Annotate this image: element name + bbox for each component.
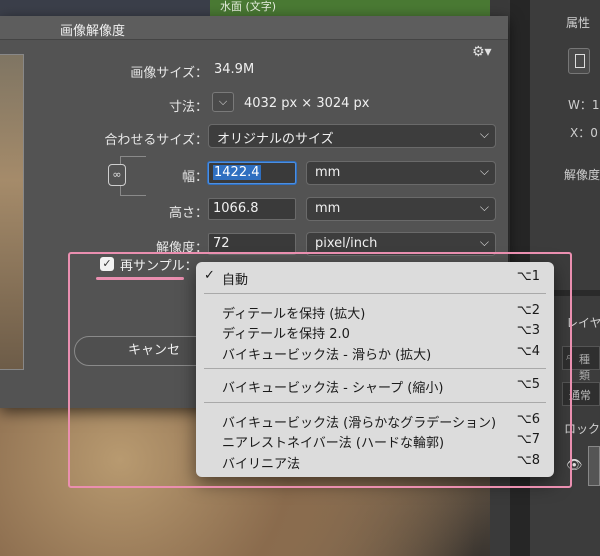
height-label: 高さ： xyxy=(168,206,208,221)
chevron-down-icon: ⌵ xyxy=(479,235,489,249)
dimensions-label: 寸法： xyxy=(168,100,208,115)
width-label: 幅： xyxy=(181,170,208,185)
chevron-down-icon: ⌵ xyxy=(479,164,489,178)
fit-to-value: オリジナルのサイズ xyxy=(217,132,334,147)
w-label: W：1 xyxy=(568,98,600,112)
document-icon[interactable] xyxy=(568,48,590,74)
search-placeholder: 種類 xyxy=(579,353,590,382)
chevron-down-icon: ⌵ xyxy=(479,200,489,214)
highlight-frame xyxy=(68,252,572,488)
properties-panel xyxy=(530,0,600,290)
height-unit-dropdown[interactable]: mm ⌵ xyxy=(306,197,496,221)
image-size-value: 34.9M xyxy=(214,62,255,77)
text-layer-tab[interactable]: 水面 (文字) xyxy=(210,0,490,16)
image-preview[interactable] xyxy=(0,54,24,370)
width-unit-dropdown[interactable]: mm ⌵ xyxy=(306,161,496,185)
dialog-title: 画像解像度 xyxy=(60,24,126,39)
chain-link-icon[interactable]: ∞ xyxy=(108,164,126,186)
dialog-titlebar[interactable]: 画像解像度 xyxy=(0,16,508,40)
width-input[interactable]: 1422.4 xyxy=(208,162,296,184)
height-unit-value: mm xyxy=(315,201,341,216)
chevron-down-icon: ⌵ xyxy=(479,127,489,141)
height-value: 1066.8 xyxy=(213,201,259,216)
properties-title: 属性 xyxy=(566,16,591,30)
resolution-value: 72 xyxy=(213,236,230,251)
fit-to-dropdown[interactable]: オリジナルのサイズ ⌵ xyxy=(208,124,496,148)
layer-thumbnail[interactable] xyxy=(588,446,600,486)
blend-mode-value: 通常 xyxy=(569,389,591,402)
x-label: X：0 xyxy=(570,126,598,140)
width-unit-value: mm xyxy=(315,165,341,180)
dimensions-value: 4032 px × 3024 px xyxy=(244,96,370,111)
gear-icon[interactable]: ⚙▾ xyxy=(472,44,492,60)
height-input[interactable]: 1066.8 xyxy=(208,198,296,220)
resolution-short-label: 解像度 xyxy=(564,168,600,182)
resolution-unit-value: pixel/inch xyxy=(315,236,378,251)
dimensions-unit-button[interactable]: ⌵ xyxy=(212,92,234,112)
image-size-label: 画像サイズ： xyxy=(130,66,208,81)
width-value: 1422.4 xyxy=(213,165,261,180)
chevron-down-icon: ⌵ xyxy=(218,95,228,108)
fit-to-label: 合わせるサイズ： xyxy=(104,133,208,148)
